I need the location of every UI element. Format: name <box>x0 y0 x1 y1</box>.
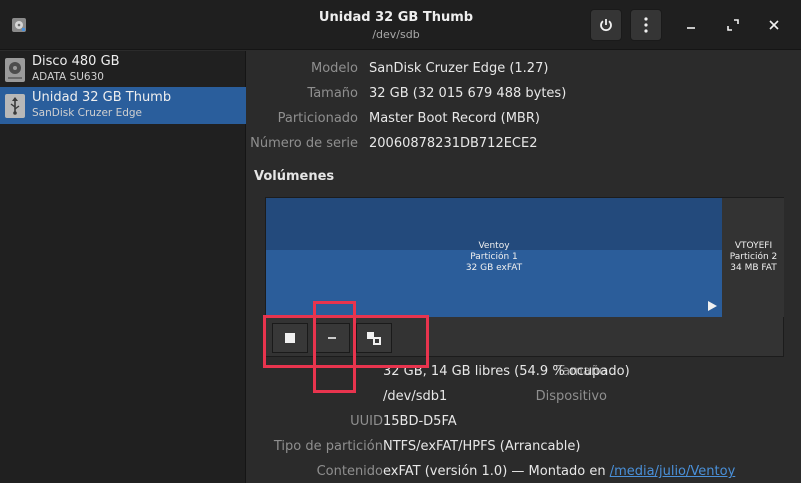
drive-list-sidebar: Disco 480 GB ADATA SU630 Unidad 32 GB Th… <box>0 51 246 483</box>
device-value: /dev/sdb1 <box>383 389 448 404</box>
uuid-label: UUID <box>350 414 383 429</box>
partition-1-name: Ventoy <box>478 241 510 251</box>
partition-1-block[interactable]: Ventoy Partición 1 32 GB exFAT <box>266 198 722 317</box>
annotation-box-delete <box>313 301 356 393</box>
title-block: Unidad 32 GB Thumb /dev/sdb <box>246 0 546 50</box>
hard-disk-icon <box>5 58 25 82</box>
header-bar: Unidad 32 GB Thumb /dev/sdb <box>0 0 801 50</box>
drive-model: SanDisk Cruzer Edge <box>32 107 142 119</box>
power-icon <box>600 19 612 32</box>
partition-type-label: Tipo de partición <box>273 439 383 454</box>
contents-label: Contenido <box>316 464 383 479</box>
drive-model: ADATA SU630 <box>32 71 104 83</box>
window-subtitle: /dev/sdb <box>372 28 420 41</box>
partition-1-size: 32 GB exFAT <box>465 263 523 273</box>
contents-value: exFAT (versión 1.0) — Montado en /media/… <box>383 464 735 479</box>
model-label: Modelo <box>311 61 358 76</box>
partition-2-block[interactable]: VTOYEFI Partición 2 34 MB FAT <box>723 198 784 317</box>
power-off-button[interactable] <box>590 9 622 41</box>
usb-drive-icon <box>5 94 25 118</box>
size-label: Tamaño <box>307 86 358 101</box>
partitioning-value: Master Boot Record (MBR) <box>369 111 540 126</box>
play-icon <box>708 301 717 311</box>
partition-2-size: 34 MB FAT <box>730 263 777 273</box>
disks-app-icon <box>12 18 26 32</box>
close-button[interactable] <box>762 13 786 37</box>
drive-list-item[interactable]: Disco 480 GB ADATA SU630 <box>0 51 246 88</box>
partition-1-label: Ventoy Partición 1 32 GB exFAT <box>266 241 722 274</box>
partition-1-number: Partición 1 <box>470 252 518 262</box>
partition-2-number: Partición 2 <box>729 252 778 262</box>
close-icon <box>769 20 779 30</box>
kebab-menu-icon <box>644 17 648 33</box>
model-value: SanDisk Cruzer Edge (1.27) <box>369 61 549 76</box>
partitioning-label: Particionado <box>277 111 358 126</box>
drive-name: Disco 480 GB <box>32 54 120 69</box>
serial-number-label: Número de serie <box>250 136 358 151</box>
drive-details-panel: Modelo SanDisk Cruzer Edge (1.27) Tamaño… <box>247 51 801 483</box>
window-title: Unidad 32 GB Thumb <box>318 10 474 25</box>
partition-2-name: VTOYEFI <box>734 241 773 251</box>
device-label: Dispositivo <box>535 389 607 404</box>
drive-list-item-selected[interactable]: Unidad 32 GB Thumb SanDisk Cruzer Edge <box>0 87 246 124</box>
uuid-value: 15BD-D5FA <box>383 414 457 429</box>
drive-menu-button[interactable] <box>630 9 662 41</box>
serial-number-value: 20060878231DB712ECE2 <box>369 136 538 151</box>
partition-type-value: NTFS/exFAT/HPFS (Arrancable) <box>383 439 581 454</box>
size-value: 32 GB (32 015 679 488 bytes) <box>369 86 567 101</box>
contents-text: exFAT (versión 1.0) — Montado en <box>383 464 606 479</box>
volumes-heading: Volúmenes <box>254 169 335 184</box>
minimize-icon <box>687 27 695 29</box>
mount-point-link[interactable]: /media/julio/Ventoy <box>610 464 736 479</box>
minimize-button[interactable] <box>679 13 703 37</box>
partition-2-label: VTOYEFI Partición 2 34 MB FAT <box>723 241 784 274</box>
drive-name: Unidad 32 GB Thumb <box>32 90 172 105</box>
maximize-icon <box>727 19 739 31</box>
maximize-button[interactable] <box>721 13 745 37</box>
